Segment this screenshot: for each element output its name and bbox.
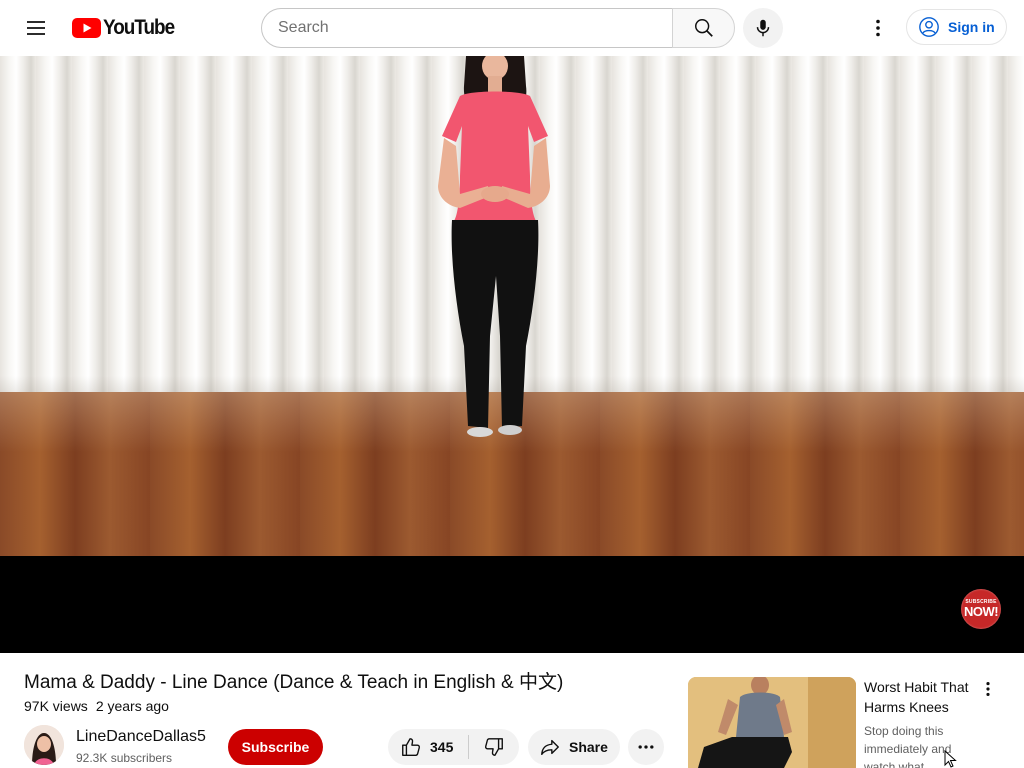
share-label: Share — [569, 739, 608, 755]
like-count: 345 — [430, 739, 454, 755]
settings-more-button[interactable] — [858, 8, 898, 48]
thumbs-down-icon — [484, 738, 503, 756]
menu-icon — [27, 21, 45, 35]
guide-menu-button[interactable] — [16, 8, 56, 48]
search-icon — [694, 19, 713, 37]
sign-in-button[interactable]: Sign in — [906, 9, 1007, 45]
dislike-button[interactable] — [469, 729, 519, 765]
upload-age: 2 years ago — [95, 698, 169, 714]
video-frame — [0, 56, 1024, 556]
youtube-logo-icon — [72, 18, 101, 38]
search-input[interactable] — [278, 19, 672, 37]
masthead: YouTube Sign in — [0, 0, 1024, 56]
thumbnail-image — [688, 677, 856, 768]
video-title: Mama & Daddy - Line Dance (Dance & Teach… — [24, 672, 564, 693]
voice-search-button[interactable] — [743, 8, 783, 48]
channel-avatar[interactable] — [24, 725, 64, 765]
share-button[interactable]: Share — [528, 729, 620, 765]
recommended-title[interactable]: Worst Habit That Harms Knees — [864, 677, 984, 717]
account-icon — [919, 17, 939, 37]
share-icon — [541, 739, 559, 756]
recommended-more-button[interactable] — [976, 677, 1000, 701]
video-player[interactable]: SUBSCRIBE NOW! — [0, 56, 1024, 653]
search-button[interactable] — [672, 8, 735, 48]
more-vert-icon — [986, 682, 990, 696]
subscribe-now-watermark[interactable]: SUBSCRIBE NOW! — [961, 589, 1001, 629]
watermark-line2: NOW! — [963, 604, 999, 619]
subscribe-button[interactable]: Subscribe — [228, 729, 323, 765]
more-actions-button[interactable] — [628, 729, 664, 765]
dancer-figure — [438, 56, 550, 437]
sign-in-label: Sign in — [948, 19, 995, 35]
logo-text: YouTube — [103, 16, 175, 39]
avatar-image — [24, 725, 64, 765]
channel-name[interactable]: LineDanceDallas5 — [76, 728, 206, 746]
video-meta: 97K views 2 years ago — [24, 698, 169, 714]
player-letterbox — [0, 556, 1024, 653]
view-count: 97K views — [24, 698, 88, 714]
like-dislike-group: 345 — [388, 729, 519, 765]
recommended-thumbnail[interactable] — [688, 677, 856, 768]
more-vert-icon — [876, 19, 880, 37]
mouse-cursor-icon — [944, 750, 957, 768]
thumbs-up-icon — [402, 738, 421, 756]
search-box[interactable] — [261, 8, 672, 48]
subscriber-count: 92.3K subscribers — [76, 751, 173, 765]
more-horiz-icon — [638, 745, 654, 749]
mic-icon — [756, 19, 770, 37]
youtube-logo[interactable]: YouTube — [72, 16, 182, 40]
like-button[interactable]: 345 — [388, 729, 468, 765]
